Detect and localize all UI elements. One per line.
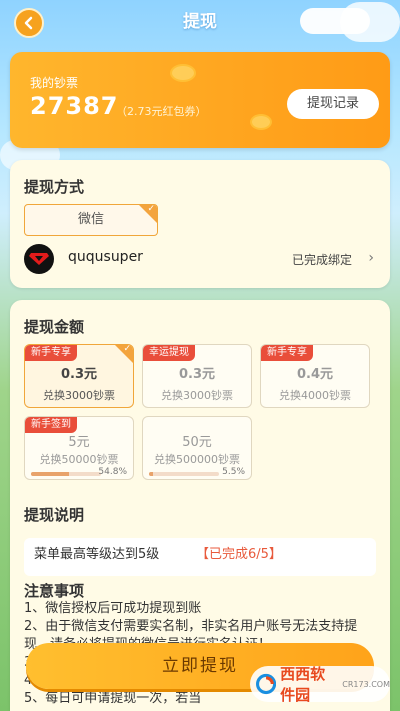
avatar [24, 244, 54, 274]
progress-percent: 54.8% [98, 467, 127, 477]
method-panel: 提现方式 微信 ✓ ququsuper 已完成绑定 › [10, 160, 390, 288]
notice-title: 注意事项 [24, 582, 85, 600]
amount-option[interactable]: 50元 兑换500000钞票 5.5% [142, 416, 252, 480]
amount-option[interactable]: 新手专享 ✓ 0.3元 兑换3000钞票 [24, 344, 134, 408]
watermark-icon [256, 673, 277, 695]
amount-option[interactable]: 幸运提现 0.3元 兑换3000钞票 [142, 344, 252, 408]
header: 提现 [0, 0, 400, 44]
amount-value: 50元 [182, 435, 212, 450]
method-option-wechat[interactable]: 微信 ✓ [24, 204, 158, 236]
progress-fill [149, 472, 153, 476]
amount-tag: 幸运提现 [143, 345, 195, 361]
check-icon: ✓ [123, 344, 131, 354]
requirement-status: 【已完成6/5】 [196, 547, 282, 562]
amount-option[interactable]: 新手签到 5元 兑换50000钞票 54.8% [24, 416, 134, 480]
page-title: 提现 [183, 12, 217, 32]
amount-desc: 兑换3000钞票 [161, 389, 233, 402]
bind-status: 已完成绑定 [291, 253, 352, 267]
amount-title: 提现金额 [24, 318, 85, 336]
amount-option[interactable]: 新手专享 0.4元 兑换4000钞票 [260, 344, 370, 408]
watermark-logo: 西西软件园 CR173.COM [250, 665, 390, 704]
instructions-box: 菜单最高等级达到5级 【已完成6/5】 [24, 538, 376, 576]
amount-value: 0.3元 [178, 367, 216, 382]
progress-fill [31, 472, 70, 476]
amount-tag: 新手专享 [25, 345, 77, 361]
amount-value: 0.4元 [296, 367, 334, 382]
superman-logo-icon [29, 253, 49, 265]
method-option-label: 微信 [77, 212, 104, 227]
amount-desc: 兑换3000钞票 [43, 389, 115, 402]
amount-desc: 兑换50000钞票 [39, 453, 119, 466]
amount-value: 0.3元 [60, 367, 98, 382]
watermark-domain: CR173.COM [342, 679, 390, 689]
account-name: ququsuper [68, 249, 143, 265]
balance-note: （2.73元红包券） [116, 105, 207, 118]
watermark-brand: 西西软件园 [280, 665, 326, 704]
balance-card: 我的钞票 27387 （2.73元红包券） 提现记录 [10, 52, 390, 148]
withdraw-record-button[interactable]: 提现记录 [287, 89, 379, 119]
balance-value: 27387 [30, 92, 119, 120]
check-icon: ✓ [147, 204, 155, 214]
amount-progress-bar [31, 472, 101, 476]
amount-tag: 新手专享 [261, 345, 313, 361]
chevron-right-icon: › [368, 250, 374, 266]
amount-desc: 兑换4000钞票 [279, 389, 351, 402]
method-title: 提现方式 [24, 178, 85, 196]
requirement-text: 菜单最高等级达到5级 [34, 547, 160, 562]
account-row[interactable]: ququsuper 已完成绑定 › [24, 244, 376, 274]
amount-progress-bar [149, 472, 219, 476]
progress-percent: 5.5% [222, 467, 245, 477]
instructions-title: 提现说明 [24, 506, 85, 524]
notice-line: 2、由于微信支付需要实名制，非实名用户账号无法支持提 [24, 619, 358, 634]
coin-decoration [250, 114, 272, 130]
amount-value: 5元 [68, 435, 90, 450]
coin-decoration [170, 64, 196, 82]
balance-label: 我的钞票 [30, 76, 79, 90]
amount-desc: 兑换500000钞票 [154, 453, 240, 466]
notice-line: 1、微信授权后可成功提现到账 [24, 601, 202, 616]
